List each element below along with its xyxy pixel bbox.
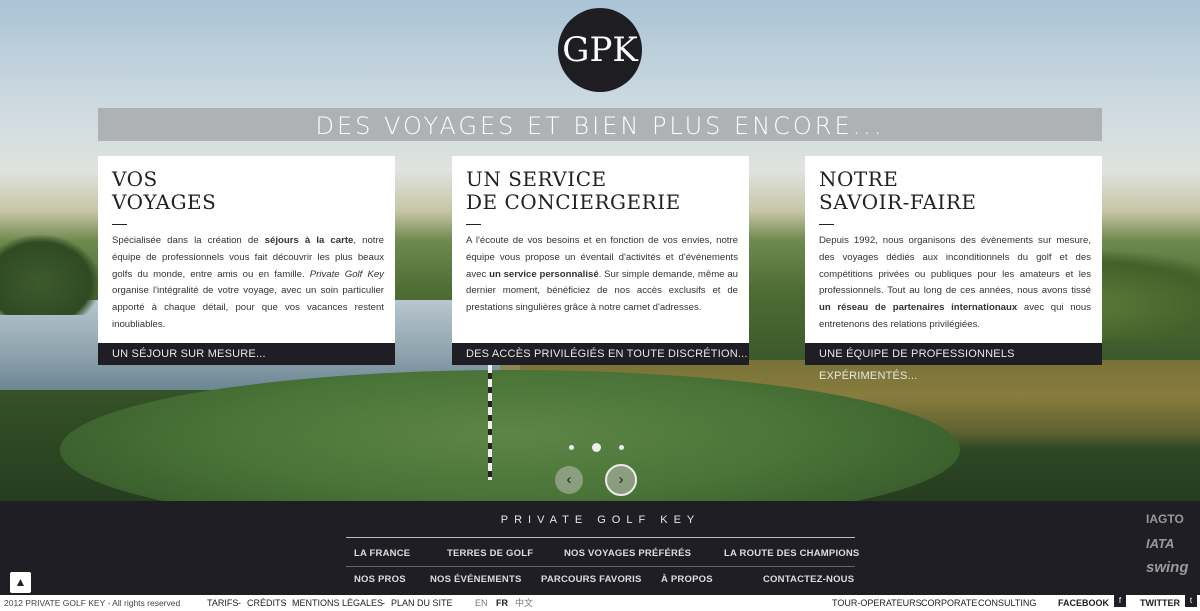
text-bold: un service personnalisé <box>489 268 599 280</box>
link-separator: - <box>382 598 385 608</box>
lang-fr[interactable]: FR <box>496 595 508 611</box>
slider-dot[interactable] <box>619 445 624 450</box>
text-italic: Private Golf Key <box>309 268 384 280</box>
card-title-line: UN SERVICE <box>466 167 607 191</box>
card-footer-link[interactable]: UN SÉJOUR SUR MESURE... <box>98 343 395 365</box>
card-vos-voyages: VOS VOYAGES Spécialisée dans la création… <box>98 156 395 365</box>
card-footer-link[interactable]: DES ACCÈS PRIVILÉGIÉS EN TOUTE DISCRÉTIO… <box>452 343 749 365</box>
slider-dot-active[interactable] <box>592 443 601 452</box>
link-consulting[interactable]: CONSULTING <box>978 595 1036 611</box>
nav-item-nos-voyages[interactable]: NOS VOYAGES PRÉFÉRÉS <box>564 548 691 559</box>
chevron-up-icon: ▲ <box>14 575 27 589</box>
facebook-icon-glyph: f <box>1114 595 1126 607</box>
nav-item-contactez-nous[interactable]: CONTACTEZ-NOUS <box>763 574 854 585</box>
text-segment: Spécialisée dans la création de <box>112 235 265 246</box>
card-title-line: VOYAGES <box>112 190 217 214</box>
card-divider <box>819 224 834 225</box>
card-divider <box>112 224 127 225</box>
nav-item-route-champions[interactable]: LA ROUTE DES CHAMPIONS <box>724 548 859 559</box>
card-title: VOS VOYAGES <box>112 168 216 214</box>
twitter-icon-glyph: t <box>1185 595 1197 607</box>
chevron-left-icon: ‹ <box>566 471 572 488</box>
slider-dot[interactable] <box>569 445 574 450</box>
card-conciergerie: UN SERVICE DE CONCIERGERIE A l'écoute de… <box>452 156 749 365</box>
nav-brand: PRIVATE GOLF KEY <box>500 514 701 526</box>
nav-item-terres-de-golf[interactable]: TERRES DE GOLF <box>447 548 533 559</box>
link-mentions[interactable]: MENTIONS LÉGALES <box>292 595 383 611</box>
card-text: Spécialisée dans la création de séjours … <box>112 233 384 334</box>
facebook-link[interactable]: FACEBOOK <box>1058 595 1109 611</box>
nav-item-nos-evenements[interactable]: NOS ÉVÉNEMENTS <box>430 574 521 585</box>
card-title-line: SAVOIR-FAIRE <box>819 190 977 214</box>
card-savoir-faire: NOTRE SAVOIR-FAIRE Depuis 1992, nous org… <box>805 156 1102 382</box>
lang-en[interactable]: EN <box>475 595 488 611</box>
swing-logo: swing <box>1146 559 1189 576</box>
card-footer-link[interactable]: UNE ÉQUIPE DE PROFESSIONNELS EXPÉRIMENTÉ… <box>805 343 1102 382</box>
back-to-top-button[interactable]: ▲ <box>10 572 31 593</box>
slider-dots <box>565 442 635 454</box>
logo-letters: GPK <box>562 30 638 70</box>
card-title: UN SERVICE DE CONCIERGERIE <box>466 168 681 214</box>
card-title-line: VOS <box>112 167 158 191</box>
link-plan-du-site[interactable]: PLAN DU SITE <box>391 595 453 611</box>
iata-logo: IATA <box>1146 536 1175 551</box>
text-segment: organise l'intégralité de votre voyage, … <box>112 285 384 330</box>
card-text: Depuis 1992, nous organisons des évèneme… <box>819 233 1091 334</box>
card-text: A l'écoute de vos besoins et en fonction… <box>466 233 738 317</box>
nav-divider <box>346 566 855 567</box>
chevron-right-icon: › <box>618 471 624 488</box>
banner-text: DES VOYAGES ET BIEN PLUS ENCORE... <box>315 112 885 140</box>
gpk-logo[interactable]: GPK <box>558 8 642 92</box>
twitter-link[interactable]: TWITTER <box>1140 595 1180 611</box>
copyright-text: 2012 PRIVATE GOLF KEY - All rights reser… <box>4 598 181 608</box>
link-corporate[interactable]: CORPORATE <box>921 595 977 611</box>
slider-next-button[interactable]: › <box>605 464 637 496</box>
nav-item-parcours-favoris[interactable]: PARCOURS FAVORIS <box>541 574 642 585</box>
nav-item-a-propos[interactable]: À PROPOS <box>661 574 713 585</box>
link-tour-operateurs[interactable]: TOUR-OPERATEURS <box>832 595 922 611</box>
link-credits[interactable]: CRÉDITS <box>247 595 287 611</box>
link-tarifs[interactable]: TARIFS <box>207 595 238 611</box>
card-title-line: NOTRE <box>819 167 899 191</box>
text-segment: Depuis 1992, nous organisons des évèneme… <box>819 235 1091 297</box>
nav-item-nos-pros[interactable]: NOS PROS <box>354 574 406 585</box>
link-separator: - <box>283 598 286 608</box>
text-bold: séjours à la carte <box>264 235 354 246</box>
partner-logos: IAGTO IATA swing <box>1146 512 1192 576</box>
link-separator: - <box>238 598 241 608</box>
trees-left <box>0 235 100 315</box>
nav-item-la-france[interactable]: LA FRANCE <box>354 548 410 559</box>
hero-banner: DES VOYAGES ET BIEN PLUS ENCORE... <box>98 108 1102 141</box>
text-bold: un réseau de partenaires internationaux <box>819 302 1018 314</box>
bottom-bar: 2012 PRIVATE GOLF KEY - All rights reser… <box>0 595 1200 611</box>
card-title-line: DE CONCIERGERIE <box>466 190 681 214</box>
card-divider <box>466 224 481 225</box>
card-title: NOTRE SAVOIR-FAIRE <box>819 168 977 214</box>
slider-prev-button[interactable]: ‹ <box>555 466 583 494</box>
nav-divider <box>346 537 855 538</box>
flag-pole <box>488 365 492 480</box>
iagto-logo: IAGTO <box>1146 512 1184 526</box>
lang-zh[interactable]: 中文 <box>515 595 533 611</box>
